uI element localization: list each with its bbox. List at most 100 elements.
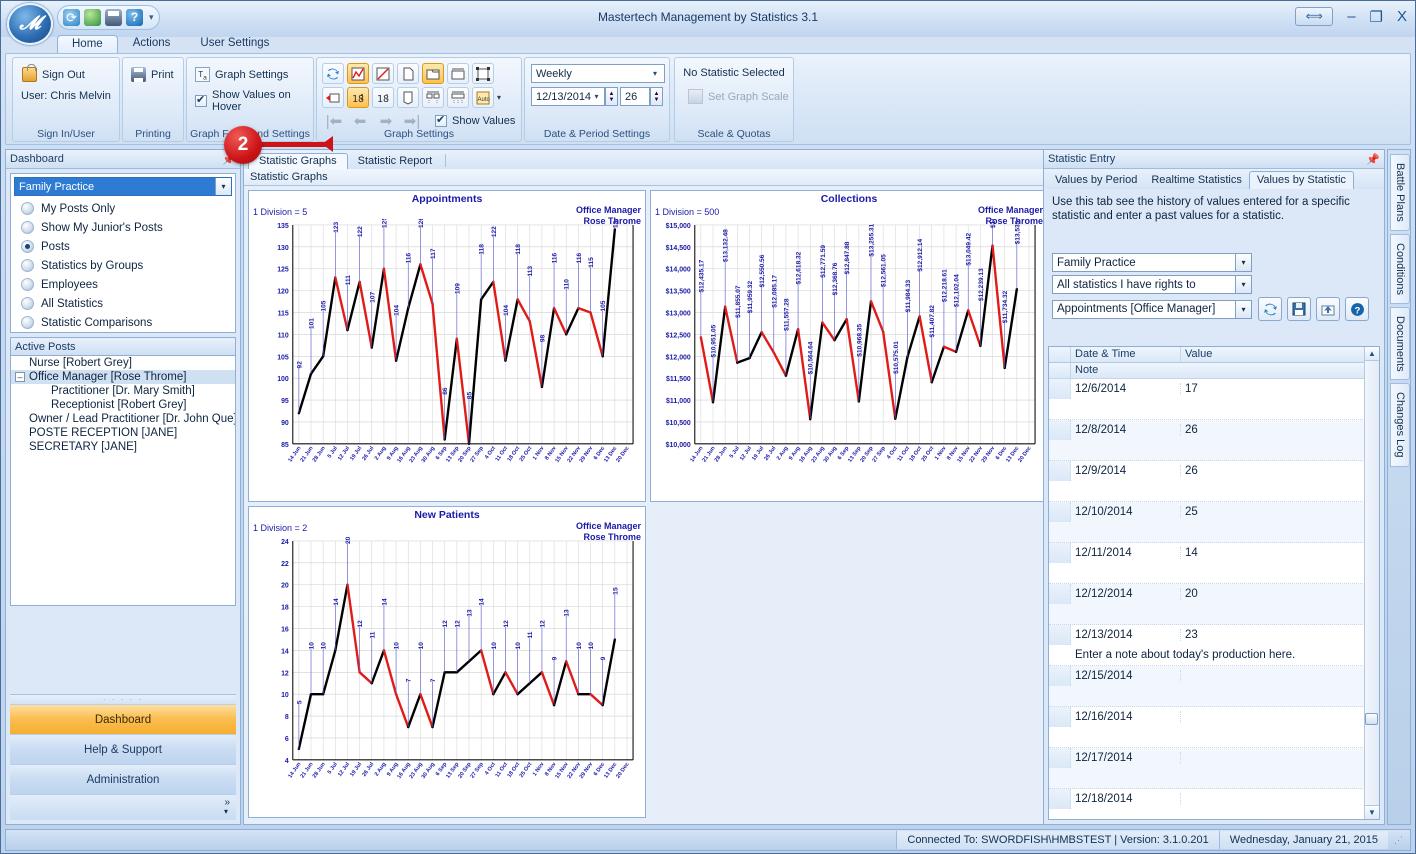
values-grid[interactable]: Date & Time Value Note 12/6/2014 17 12/8/… [1048, 346, 1380, 830]
list-item[interactable]: Practitioner [Dr. Mary Smith] [11, 384, 235, 398]
chevron-down-icon[interactable]: ▾ [1235, 254, 1251, 271]
table-row[interactable]: 12/6/2014 17 [1049, 379, 1379, 420]
table-row[interactable]: 12/15/2014 [1049, 666, 1379, 707]
list-item[interactable]: SECRETARY [JANE] [11, 440, 235, 454]
row-selector[interactable] [1049, 420, 1071, 440]
cell-value[interactable]: 14 [1181, 547, 1379, 559]
sign-out-button[interactable]: Sign Out [19, 64, 88, 83]
two-graph-icon[interactable] [422, 87, 444, 108]
tab-user-settings[interactable]: User Settings [185, 34, 284, 53]
help-icon[interactable]: ? [1345, 297, 1369, 321]
refresh-icon[interactable] [1258, 297, 1282, 321]
radio-all-statistics[interactable]: All Statistics [11, 294, 235, 313]
cell-note[interactable] [1049, 563, 1379, 583]
blank-page-icon[interactable] [397, 87, 419, 108]
cell-value[interactable]: 26 [1181, 465, 1379, 477]
trend-line-icon[interactable] [372, 63, 394, 84]
collapse-icon[interactable]: – [15, 371, 25, 382]
cell-note[interactable] [1049, 809, 1379, 829]
set-graph-scale-button[interactable]: Set Graph Scale [685, 88, 792, 105]
cell-value[interactable]: 20 [1181, 588, 1379, 600]
period-count-input[interactable]: 26 [620, 87, 650, 106]
period-count-spinner[interactable]: ▲ ▼ [650, 87, 663, 106]
scroll-down-icon[interactable]: ▼ [1365, 805, 1379, 819]
export-icon[interactable] [1316, 297, 1340, 321]
line-graph-icon[interactable] [347, 63, 369, 84]
stacked-icon[interactable] [447, 63, 469, 84]
row-selector[interactable] [1049, 748, 1071, 768]
three-graph-icon[interactable] [447, 87, 469, 108]
chevron-down-icon[interactable]: ▾ [1235, 300, 1251, 318]
row-selector[interactable] [1049, 666, 1071, 686]
table-row[interactable]: 12/17/2014 [1049, 748, 1379, 789]
vtab-conditions[interactable]: Conditions [1390, 233, 1410, 304]
chart-appointments[interactable]: Appointments 1 Division = 5 Office Manag… [248, 190, 646, 502]
resize-grip-icon[interactable]: ⋰ [1388, 835, 1410, 846]
date-picker[interactable]: 12/13/2014 ▾ [531, 87, 605, 106]
cell-note[interactable] [1049, 727, 1379, 747]
auto-layout-icon[interactable]: Auto [472, 87, 494, 108]
tab-values-by-statistic[interactable]: Values by Statistic [1248, 171, 1354, 189]
two-column-icon[interactable] [422, 63, 444, 84]
values-grid-scrollbar[interactable]: ▲ ▼ [1364, 347, 1379, 819]
radio-my-posts-only[interactable]: My Posts Only [11, 199, 235, 218]
vtab-battle-plans[interactable]: Battle Plans [1390, 154, 1410, 231]
row-selector[interactable] [1049, 789, 1071, 809]
cell-note[interactable] [1049, 522, 1379, 542]
period-combo[interactable]: Weekly ▾ [531, 64, 665, 83]
list-item[interactable]: Receptionist [Robert Grey] [11, 398, 235, 412]
value-labels-icon[interactable]: 18 [347, 87, 369, 108]
table-row[interactable]: 12/13/2014 23 Enter a note about today's p… [1049, 625, 1379, 666]
scrollbar-thumb[interactable] [1365, 713, 1378, 725]
sidebar-item-administration[interactable]: Administration [10, 764, 236, 794]
table-row[interactable]: 12/8/2014 26 [1049, 420, 1379, 461]
scroll-up-icon[interactable]: ▲ [1365, 347, 1379, 361]
radio-employees[interactable]: Employees [11, 275, 235, 294]
table-row[interactable]: 12/9/2014 26 [1049, 461, 1379, 502]
date-spinner[interactable]: ▲ ▼ [605, 87, 618, 106]
row-selector[interactable] [1049, 707, 1071, 727]
radio-show-my-juniors-posts[interactable]: Show My Junior's Posts [11, 218, 235, 237]
row-selector[interactable] [1049, 502, 1071, 522]
tab-statistic-graphs[interactable]: Statistic Graphs [248, 153, 348, 169]
row-selector[interactable] [1049, 584, 1071, 604]
cell-note[interactable] [1049, 768, 1379, 788]
cell-note[interactable] [1049, 686, 1379, 706]
rights-filter-combo[interactable]: All statistics I have rights to ▾ [1052, 275, 1252, 294]
chevron-down-icon[interactable]: ▾ [224, 807, 228, 816]
expand-graph-icon[interactable] [322, 87, 344, 108]
table-row[interactable]: 12/16/2014 [1049, 707, 1379, 748]
statistic-combo[interactable]: Appointments [Office Manager] ▾ [1052, 299, 1252, 319]
table-row[interactable]: 12/10/2014 25 [1049, 502, 1379, 543]
cell-value[interactable]: 26 [1181, 424, 1379, 436]
chevron-down-icon[interactable]: ▾ [1235, 276, 1251, 293]
tab-statistic-report[interactable]: Statistic Report [348, 154, 443, 169]
refresh-graph-icon[interactable] [322, 63, 344, 84]
row-selector[interactable] [1049, 543, 1071, 563]
practice-combo[interactable]: Family Practice ▾ [1052, 253, 1252, 272]
cell-note[interactable] [1049, 440, 1379, 460]
radio-posts[interactable]: Posts [11, 237, 235, 256]
sidebar-item-dashboard[interactable]: Dashboard [10, 704, 236, 734]
active-posts-list[interactable]: Nurse [Robert Grey] – Office Manager [Ros… [10, 356, 236, 606]
chevron-down-icon[interactable]: ▾ [215, 178, 231, 195]
cell-note[interactable] [1049, 604, 1379, 624]
cell-value[interactable]: 17 [1181, 383, 1379, 395]
splitter-grip[interactable]: · · · · · [10, 694, 236, 704]
maximize-button[interactable]: ❐ [1370, 8, 1383, 26]
column-header-value[interactable]: Value [1181, 347, 1379, 362]
list-item[interactable]: Owner / Lead Practitioner [Dr. John Que] [11, 412, 235, 426]
minimize-button[interactable]: – [1347, 8, 1355, 25]
pin-icon[interactable]: 📌 [1366, 153, 1380, 166]
chart-new-patients[interactable]: New Patients 1 Division = 2 Office Manag… [248, 506, 646, 818]
restore-size-button[interactable]: ⟺ [1295, 7, 1334, 26]
vtab-changes-log[interactable]: Changes Log [1390, 383, 1410, 467]
practice-selector-combo[interactable]: Family Practice ▾ [14, 177, 232, 196]
table-row[interactable]: 12/12/2014 20 [1049, 584, 1379, 625]
sidebar-item-help-support[interactable]: Help & Support [10, 734, 236, 764]
radio-statistics-by-groups[interactable]: Statistics by Groups [11, 256, 235, 275]
table-row[interactable]: 12/18/2014 [1049, 789, 1379, 830]
save-icon[interactable] [1287, 297, 1311, 321]
graph-settings-button[interactable]: Ta Graph Settings [192, 66, 291, 83]
tab-home[interactable]: Home [57, 35, 118, 53]
